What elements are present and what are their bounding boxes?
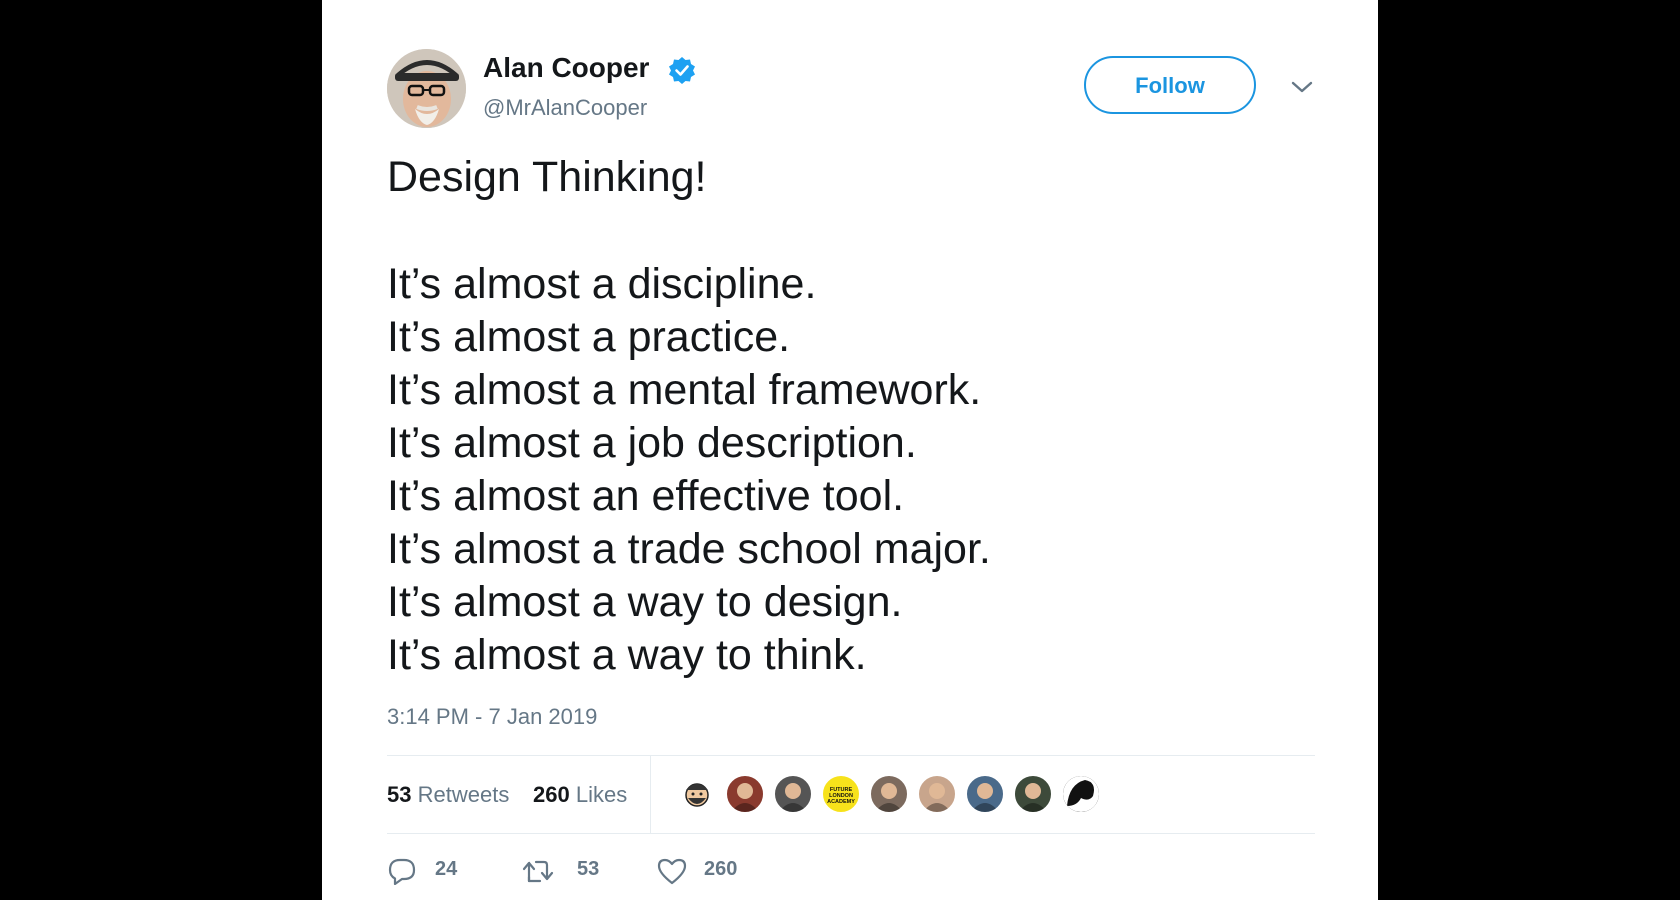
tweet-line: It’s almost a trade school major. — [387, 525, 991, 573]
svg-text:ACADEMY: ACADEMY — [827, 799, 855, 805]
avatar-group-photo-icon[interactable] — [725, 774, 765, 814]
reply-count: 24 — [435, 858, 458, 880]
tweet-timestamp[interactable]: 3:14 PM - 7 Jan 2019 — [387, 704, 597, 730]
retweets-count: 53 — [387, 782, 412, 807]
tweet-line: It’s almost a way to think. — [387, 631, 867, 679]
tweet-title: Design Thinking! — [387, 153, 707, 201]
like-button[interactable]: 260 — [657, 850, 757, 890]
avatar-cartoon-beard-icon[interactable] — [677, 774, 717, 814]
tweet-line: It’s almost a job description. — [387, 419, 917, 467]
retweet-count: 53 — [577, 858, 600, 880]
avatar-man-smiling-icon[interactable] — [917, 774, 957, 814]
tweet-body: It’s almost a discipline. It’s almost a … — [387, 258, 991, 682]
like-count: 260 — [704, 858, 738, 880]
avatar-man-bw-icon[interactable] — [773, 774, 813, 814]
engagement-stats: 53 Retweets 260 Likes FUTURE LONDON ACADEM… — [387, 755, 1315, 833]
avatar-man-glasses-icon[interactable] — [869, 774, 909, 814]
likes-count: 260 — [533, 782, 570, 807]
tweet-line: It’s almost a way to design. — [387, 578, 903, 626]
retweets-stat[interactable]: 53 Retweets — [387, 782, 509, 808]
divider — [387, 833, 1315, 834]
tweet-line: It’s almost a mental framework. — [387, 366, 982, 414]
reply-button[interactable]: 24 — [387, 850, 477, 890]
tweet-line: It’s almost an effective tool. — [387, 472, 905, 520]
follow-button[interactable]: Follow — [1084, 56, 1256, 114]
heart-icon — [657, 858, 687, 885]
reply-icon — [388, 858, 416, 885]
avatar-woman-icon[interactable] — [1013, 774, 1053, 814]
verified-badge-icon — [669, 57, 695, 84]
chevron-down-icon[interactable] — [1288, 76, 1316, 98]
retweet-icon — [522, 860, 554, 883]
avatar-man-sunglasses-icon[interactable] — [965, 774, 1005, 814]
retweets-label: Retweets — [417, 782, 510, 807]
avatar-silhouette-icon[interactable] — [1061, 774, 1101, 814]
author-handle[interactable]: @MrAlanCooper — [483, 95, 647, 121]
tweet-line: It’s almost a discipline. — [387, 260, 817, 308]
retweet-button[interactable]: 53 — [522, 850, 612, 890]
stats-separator — [650, 755, 651, 833]
tweet-card: Alan Cooper @MrAlanCooper Follow Design … — [322, 0, 1378, 900]
author-avatar[interactable] — [387, 49, 466, 128]
likes-stat[interactable]: 260 Likes — [533, 782, 627, 808]
tweet-actions: 24 53 260 — [387, 850, 987, 890]
avatar-future-london-academy-icon[interactable]: FUTURE LONDON ACADEMY — [821, 774, 861, 814]
likes-label: Likes — [575, 782, 628, 807]
author-name[interactable]: Alan Cooper — [483, 52, 649, 84]
tweet-line: It’s almost a practice. — [387, 313, 791, 361]
